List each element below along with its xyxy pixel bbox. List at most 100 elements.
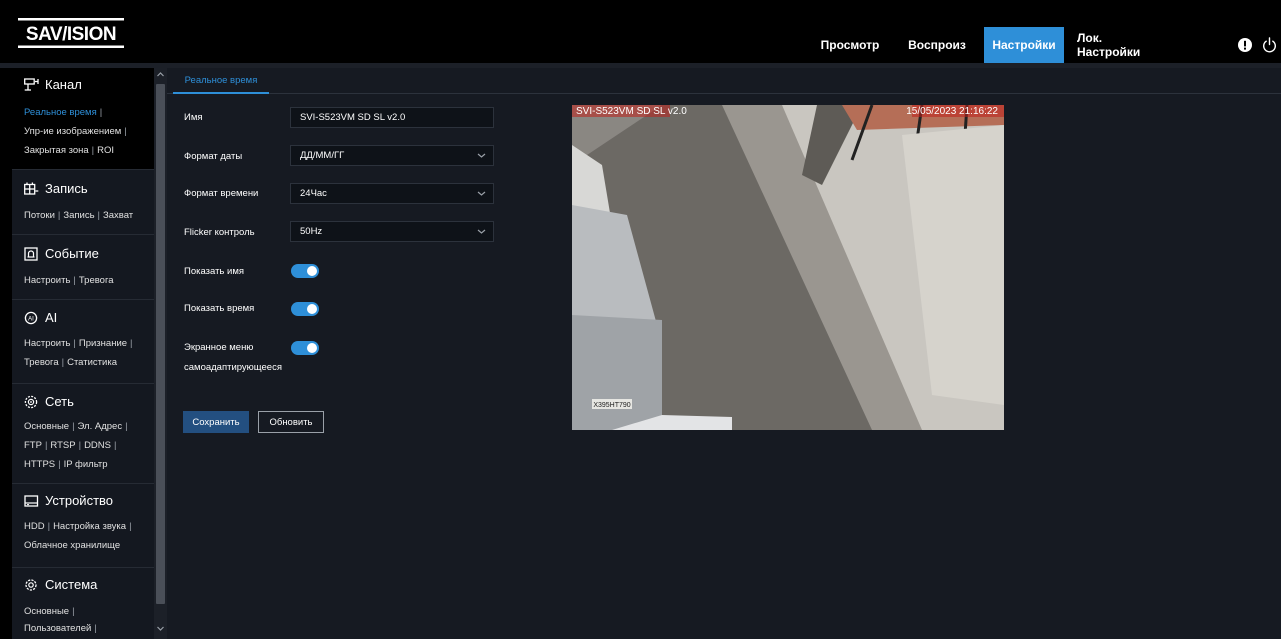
show-name-label: Показать имя [184,266,245,277]
separator: | [124,126,127,137]
separator: | [125,421,128,432]
sidebar-item-rtsp[interactable]: RTSP [50,440,75,451]
sidebar-heading-network[interactable]: Сеть [24,394,74,409]
sidebar-item-image-control[interactable]: Упр-ие изображением [24,126,121,137]
osd-adaptive-label: Экранное меню [184,342,254,353]
sidebar-heading-ai[interactable]: AI AI [24,310,57,325]
sidebar-links-row: HDD | Настройка звука | [24,521,135,532]
sidebar-item-cloud-storage[interactable]: Облачное хранилище [24,540,120,551]
sidebar-item-event-setup[interactable]: Настроить [24,275,70,286]
event-icon [24,246,38,261]
sidebar-section-event: Событие Настроить | Тревога [12,235,154,300]
sidebar-heading-event[interactable]: Событие [24,246,99,261]
sidebar-heading-record[interactable]: Запись [24,181,88,196]
nav-preview[interactable]: Просмотр [810,27,890,63]
sidebar-links-row: Основные | [24,606,78,617]
flicker-select[interactable]: 50Hz [290,221,494,242]
svg-text:AI: AI [28,316,34,322]
sidebar-item-streams[interactable]: Потоки [24,210,55,221]
sidebar-scrollbar[interactable] [154,68,167,639]
sidebar-item-audio[interactable]: Настройка звука [53,521,126,532]
sidebar-links-row: Упр-ие изображением | [24,126,130,137]
name-input[interactable] [300,112,480,123]
top-header: SAV/ISION Просмотр Воспроиз Настройки Ло… [0,0,1281,63]
sidebar-item-sys-basic[interactable]: Основные [24,606,69,617]
toggle-knob [307,266,317,276]
sidebar-item-https[interactable]: HTTPS [24,459,55,470]
sidebar-item-recording[interactable]: Запись [63,210,94,221]
sidebar-item-ddns[interactable]: DDNS [84,440,111,451]
show-time-toggle[interactable] [291,302,319,316]
sidebar-section-network: Сеть Основные | Эл. Адрес | FTP | RTSP | DDNS | … [12,384,154,484]
sidebar-section-system: Система Основные | Пользователей | [12,568,154,639]
brand-logo: SAV/ISION [18,18,124,48]
separator: | [72,421,75,432]
sidebar-item-ai-recognition[interactable]: Признание [79,338,127,349]
camera-preview: Х395НТ790 SVI-S523VM SD SL v2.0 15/05/20… [572,105,1004,430]
toggle-knob [307,343,317,353]
sidebar-links-row: Облачное хранилище [24,540,120,551]
sidebar-heading-label: Запись [45,181,88,196]
separator: | [91,145,95,156]
sidebar-item-privacy-zone[interactable]: Закрытая зона [24,145,89,156]
network-icon [24,395,38,408]
record-icon [24,182,39,195]
sidebar-heading-channel[interactable]: Канал [24,77,82,92]
time-format-value: 24Час [300,188,327,199]
sidebar-heading-label: Канал [45,77,82,92]
separator: | [113,440,117,451]
separator: | [97,210,101,221]
sidebar-item-ai-alarm[interactable]: Тревога [24,357,59,368]
save-button[interactable]: Сохранить [183,411,249,433]
sidebar-item-net-basic[interactable]: Основные [24,421,69,432]
sidebar-heading-label: Событие [45,246,99,261]
separator: | [130,338,133,349]
nav-playback[interactable]: Воспроиз [890,27,984,63]
scroll-down-icon[interactable] [156,624,165,633]
osd-adaptive-toggle[interactable] [291,341,319,355]
app-window: SAV/ISION Просмотр Воспроиз Настройки Ло… [0,0,1281,639]
scroll-up-icon[interactable] [156,70,165,79]
top-navigation: Просмотр Воспроиз Настройки Лок. Настрой… [810,27,1174,63]
ai-icon: AI [24,311,38,324]
sidebar-heading-device[interactable]: Устройство [24,493,113,508]
sidebar-section-record: Запись Потоки | Запись | Захват [12,170,154,235]
flicker-value: 50Hz [300,226,323,237]
time-format-select[interactable]: 24Час [290,183,494,204]
sidebar-item-roi[interactable]: ROI [97,145,114,156]
sidebar-item-users[interactable]: Пользователей [24,623,91,634]
sidebar-item-capture[interactable]: Захват [103,210,133,221]
sidebar-item-event-alarm[interactable]: Тревога [79,275,114,286]
sidebar-item-ftp[interactable]: FTP [24,440,42,451]
sidebar-item-ip-filter[interactable]: IP фильтр [64,459,108,470]
sidebar-item-realtime[interactable]: Реальное время [24,107,97,118]
svg-text:SAV/ISION: SAV/ISION [26,24,116,45]
tab-bar: Реальное время [167,68,1281,94]
separator: | [73,275,76,286]
osd-adaptive-label-2: самоадаптирующееся [184,362,282,373]
sidebar-links-row: Пользователей | [24,623,100,634]
refresh-button[interactable]: Обновить [258,411,324,433]
settings-sidebar: Канал Реальное время | Упр-ие изображение… [12,68,154,639]
sidebar-heading-label: Система [45,577,98,592]
nav-local-settings[interactable]: Лок. Настройки [1064,27,1174,63]
sidebar-item-hdd[interactable]: HDD [24,521,45,532]
alert-icon[interactable] [1238,38,1252,52]
sidebar-links-row: Реальное время | [24,107,105,118]
date-format-select[interactable]: ДД/ММ/ГГ [290,145,494,166]
power-icon[interactable] [1262,37,1277,53]
sidebar-heading-system[interactable]: Система [24,577,97,592]
separator: | [72,606,75,617]
sidebar-item-ai-setup[interactable]: Настроить [24,338,70,349]
sidebar-links-row: HTTPS | IP фильтр [24,459,108,470]
separator: | [129,521,132,532]
nav-settings[interactable]: Настройки [984,27,1064,63]
scrollbar-thumb[interactable] [156,84,165,604]
sidebar-heading-label: AI [45,310,58,325]
show-name-toggle[interactable] [291,264,319,278]
sidebar-item-email[interactable]: Эл. Адрес [78,421,123,432]
main-panel: Реальное время Имя Формат даты ДД/ММ/ГГ … [167,68,1281,639]
sidebar-item-ai-statistics[interactable]: Статистика [67,357,117,368]
name-field[interactable] [290,107,494,128]
tab-realtime[interactable]: Реальное время [173,68,269,94]
